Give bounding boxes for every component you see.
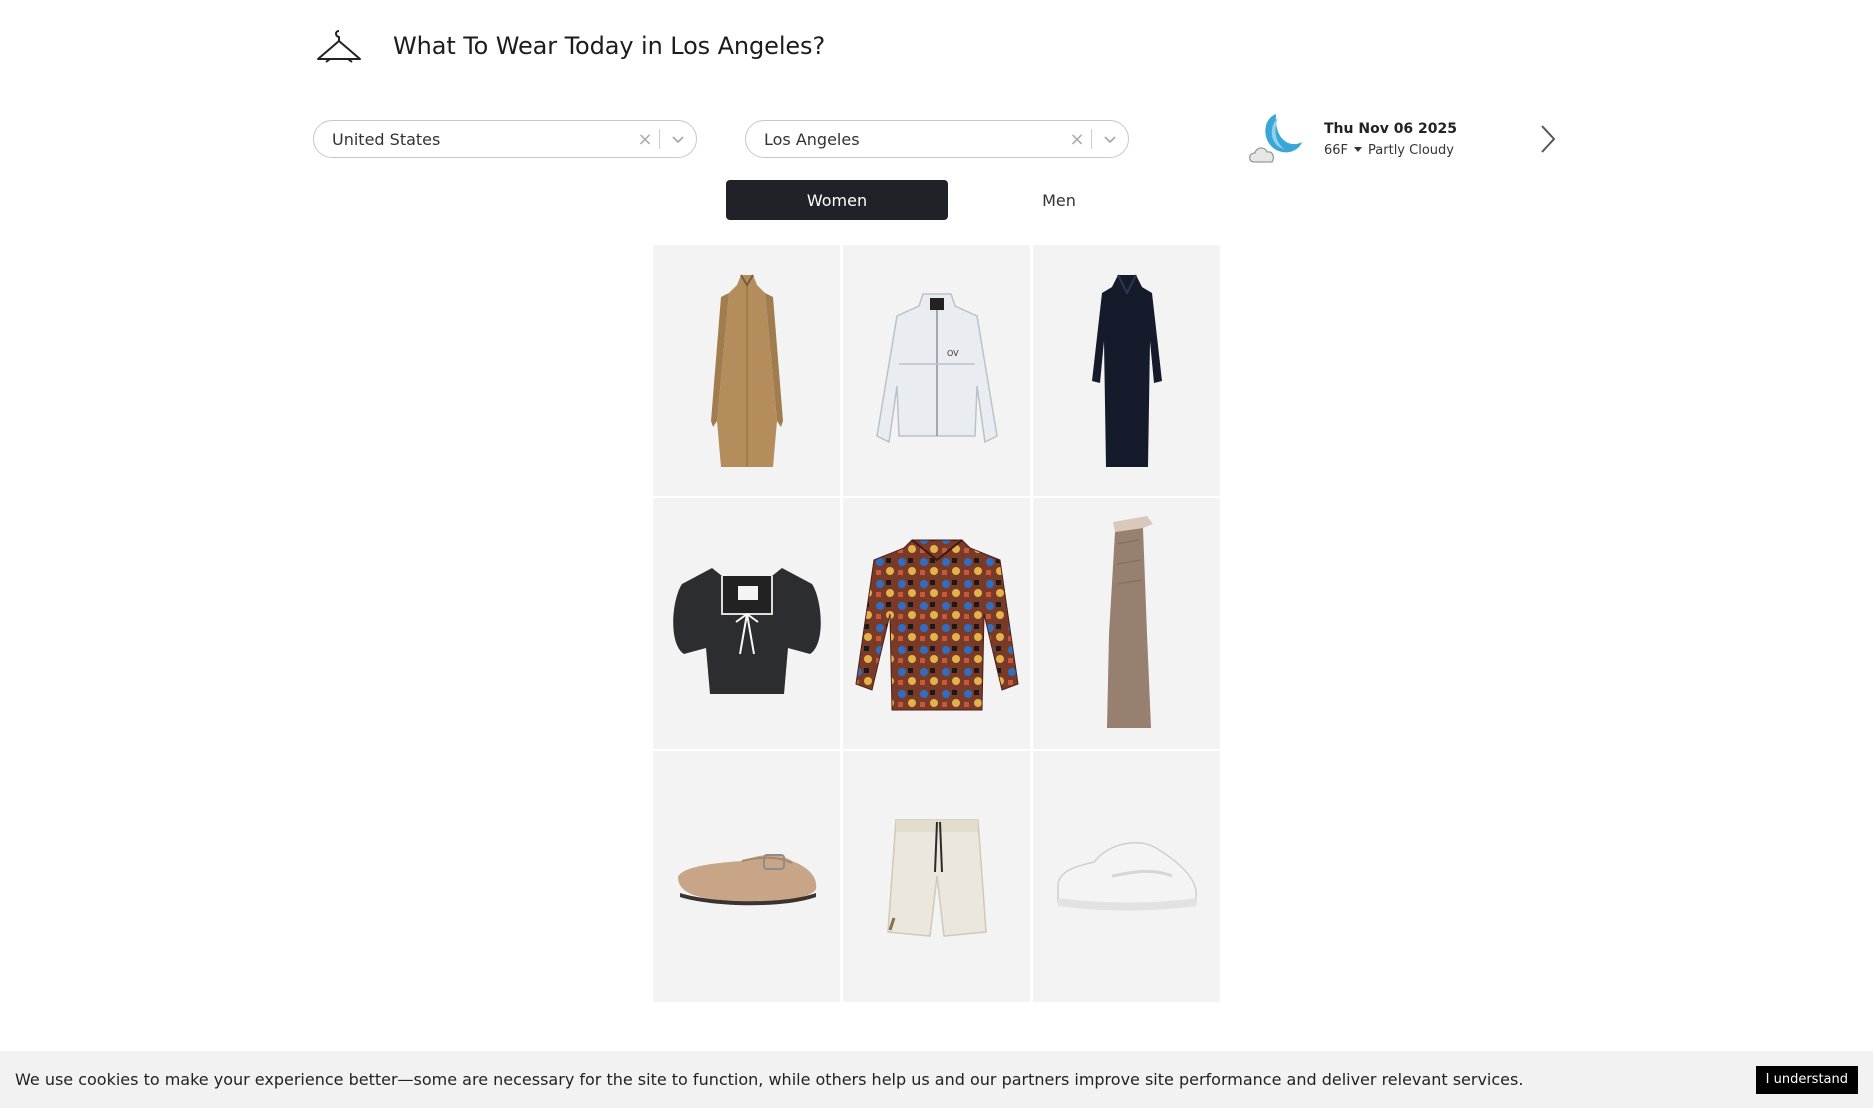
cookie-message: We use cookies to make your experience b…: [15, 1070, 1524, 1089]
outfit-item-navy-shirt-dress[interactable]: [1033, 245, 1220, 496]
hanger-icon[interactable]: [313, 26, 365, 66]
page-title: What To Wear Today in Los Angeles?: [393, 32, 826, 60]
city-select-value: Los Angeles: [764, 129, 860, 149]
outfit-grid: OV: [653, 245, 1221, 1002]
outfit-item-black-puff-sleeve-top[interactable]: [653, 498, 840, 749]
weather-date: Thu Nov 06 2025: [1324, 120, 1458, 137]
outfit-item-printed-silk-shirt[interactable]: [843, 498, 1030, 749]
outfit-item-white-windbreaker-jacket[interactable]: OV: [843, 245, 1030, 496]
outfit-item-white-sneaker[interactable]: [1033, 751, 1220, 1002]
moon-cloud-icon: [1248, 112, 1304, 166]
site-header: What To Wear Today in Los Angeles?: [313, 18, 825, 74]
close-icon[interactable]: ×: [631, 129, 659, 150]
chevron-down-icon[interactable]: [660, 134, 696, 144]
tab-men[interactable]: Men: [948, 180, 1170, 220]
gender-tabs: Women Men: [726, 180, 1170, 220]
country-select[interactable]: United States ×: [313, 120, 697, 158]
svg-text:OV: OV: [947, 349, 959, 358]
weather-widget: Thu Nov 06 2025 66F Partly Cloudy: [1248, 112, 1560, 166]
outfit-item-cream-drawstring-shorts[interactable]: [843, 751, 1030, 1002]
weather-condition: Partly Cloudy: [1368, 142, 1454, 158]
chevron-down-icon[interactable]: [1092, 134, 1128, 144]
cookie-banner: We use cookies to make your experience b…: [0, 1051, 1873, 1108]
weather-temperature: 66F: [1324, 142, 1349, 158]
country-select-value: United States: [332, 129, 441, 149]
caret-down-icon: [1354, 147, 1363, 152]
city-select[interactable]: Los Angeles ×: [745, 120, 1129, 158]
outfit-item-taupe-maxi-skirt[interactable]: [1033, 498, 1220, 749]
accept-cookies-button[interactable]: I understand: [1755, 1065, 1858, 1094]
tab-women[interactable]: Women: [726, 180, 948, 220]
close-icon[interactable]: ×: [1063, 129, 1091, 150]
chevron-right-icon[interactable]: [1536, 122, 1560, 156]
outfit-item-suede-driving-loafer[interactable]: [653, 751, 840, 1002]
outfit-item-tan-trench-coat[interactable]: [653, 245, 840, 496]
